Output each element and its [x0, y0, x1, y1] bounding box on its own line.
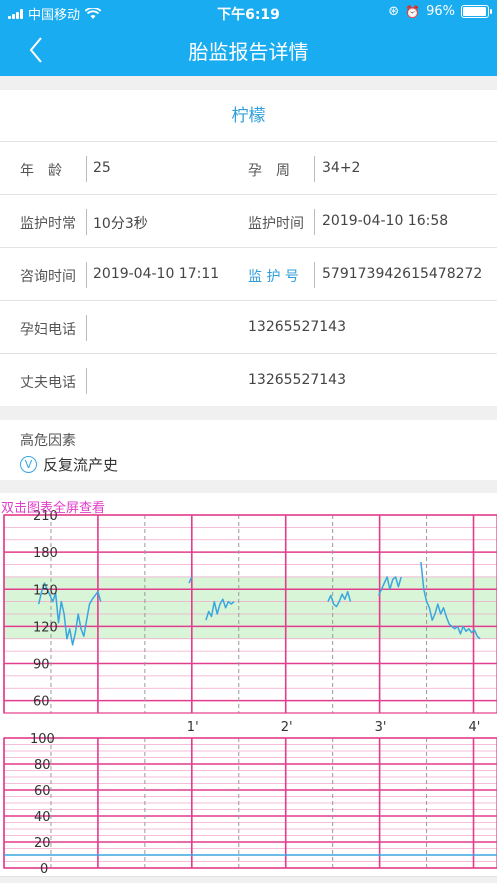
page-title: 胎监报告详情	[188, 40, 309, 64]
mother-phone-value[interactable]: 13265527143	[248, 319, 346, 335]
duration-value: 10分3秒	[93, 216, 148, 232]
x-tick-label: 2'	[281, 720, 293, 735]
ctg-chart[interactable]: 60901201501802101' 2' 3' 4' 020406080100	[0, 493, 497, 876]
age-label: 年 龄	[20, 163, 62, 179]
divider	[86, 262, 87, 288]
battery-icon	[461, 5, 492, 18]
orientation-lock-icon: ⊛	[388, 4, 400, 19]
chart-hint: 双击图表全屏查看	[1, 501, 106, 516]
divider	[314, 209, 315, 235]
week-label: 孕 周	[248, 163, 290, 179]
monitor-time-value: 2019-04-10 16:58	[322, 213, 449, 229]
duration-label: 监护时常	[20, 216, 76, 232]
toco-y-tick-label: 80	[34, 758, 51, 773]
patient-info-card: 柠檬 年 龄 25 孕 周 34+2 监护时常 10分3秒 监护时间 2019-…	[0, 90, 497, 406]
x-tick-label: 1'	[187, 720, 199, 735]
husband-phone-value[interactable]: 13265527143	[248, 372, 346, 388]
toco-y-tick-label: 60	[34, 784, 51, 799]
risk-factor-item: V 反复流产史	[20, 454, 118, 475]
x-tick-label: 4'	[469, 720, 481, 735]
fhr-y-tick-label: 90	[33, 658, 50, 673]
toco-y-tick-label: 100	[30, 732, 55, 747]
monitor-time-label: 监护时间	[248, 216, 304, 232]
info-row-age-week: 年 龄 25 孕 周 34+2	[0, 142, 497, 195]
nav-bar: 胎监报告详情	[0, 24, 497, 76]
divider	[86, 209, 87, 235]
divider	[314, 156, 315, 182]
husband-phone-label: 丈夫电话	[20, 375, 76, 391]
monitor-number-label: 监 护 号	[248, 269, 299, 285]
divider	[86, 315, 87, 341]
check-circle-icon: V	[20, 456, 37, 473]
risk-factors-title: 高危因素	[20, 433, 76, 449]
monitor-number-value: 579173942615478272	[322, 266, 483, 282]
risk-factor-label: 反复流产史	[43, 456, 119, 474]
status-bar: 中国移动 下午6:19 ⊛ ⏰ 96%	[0, 0, 497, 24]
battery-percent: 96%	[426, 4, 455, 19]
toco-y-tick-label: 0	[40, 862, 48, 876]
week-value: 34+2	[322, 160, 361, 176]
fhr-y-tick-label: 60	[33, 695, 50, 710]
alarm-icon: ⏰	[405, 4, 421, 19]
consult-time-label: 咨询时间	[20, 269, 76, 285]
bottom-strip	[0, 876, 497, 883]
status-right: ⊛ ⏰ 96%	[388, 4, 492, 19]
divider	[314, 262, 315, 288]
mother-phone-label: 孕妇电话	[20, 322, 76, 338]
fhr-y-tick-label: 180	[33, 546, 58, 561]
fhr-y-tick-label: 150	[33, 583, 58, 598]
chart-background	[0, 493, 497, 876]
consult-time-value: 2019-04-10 17:11	[93, 266, 220, 282]
divider	[86, 368, 87, 394]
x-tick-label: 3'	[375, 720, 387, 735]
toco-y-tick-label: 40	[34, 810, 51, 825]
toco-y-tick-label: 20	[34, 836, 51, 851]
age-value: 25	[93, 160, 111, 176]
info-row-duration-time: 监护时常 10分3秒 监护时间 2019-04-10 16:58	[0, 195, 497, 248]
fhr-y-tick-label: 120	[33, 620, 58, 635]
info-row-consult-number: 咨询时间 2019-04-10 17:11 监 护 号 579173942615…	[0, 248, 497, 301]
patient-name: 柠檬	[0, 90, 497, 142]
info-row-husband-phone: 丈夫电话 13265527143	[0, 354, 497, 407]
risk-factors-card: 高危因素 V 反复流产史	[0, 420, 497, 480]
divider	[86, 156, 87, 182]
info-row-mother-phone: 孕妇电话 13265527143	[0, 301, 497, 354]
